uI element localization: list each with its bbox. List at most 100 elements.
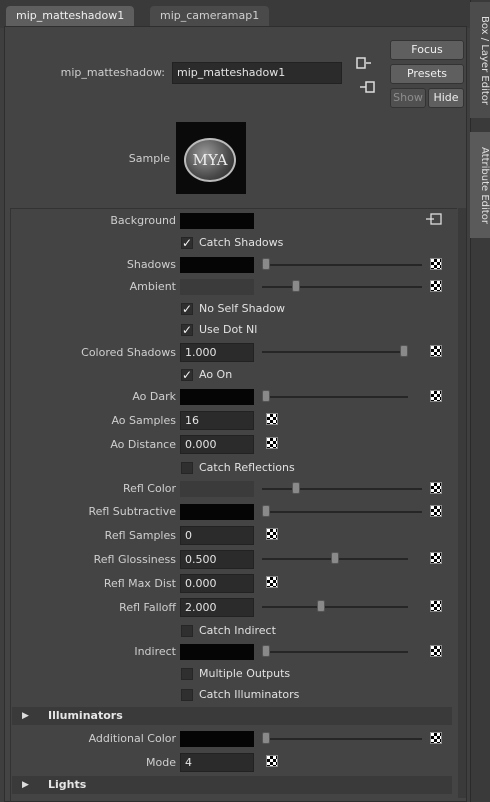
catch-shadows-label: Catch Shadows xyxy=(199,236,284,249)
ao-distance-field[interactable]: 0.000 xyxy=(180,435,254,454)
tab-attribute-editor[interactable]: Attribute Editor xyxy=(470,132,490,238)
refl-glossiness-slider-handle[interactable] xyxy=(331,552,339,564)
sample-label: Sample xyxy=(128,152,170,165)
catch-indirect-label: Catch Indirect xyxy=(199,624,276,637)
lights-section-title: Lights xyxy=(48,778,87,791)
background-color-swatch[interactable] xyxy=(180,213,254,229)
colored-shadows-slider-handle[interactable] xyxy=(400,345,408,357)
refl-subtractive-label: Refl Subtractive xyxy=(88,505,176,518)
refl-glossiness-map-button[interactable] xyxy=(430,552,442,564)
refl-falloff-field[interactable]: 2.000 xyxy=(180,598,254,617)
background-label: Background xyxy=(110,214,176,227)
lights-section-header[interactable]: ▶ Lights xyxy=(12,776,452,794)
output-connection-icon[interactable] xyxy=(360,80,376,94)
ao-samples-field[interactable]: 16 xyxy=(180,411,254,430)
mode-field[interactable]: 4 xyxy=(180,753,254,772)
catch-illuminators-label: Catch Illuminators xyxy=(199,688,300,701)
mode-label: Mode xyxy=(146,756,176,769)
refl-falloff-slider-handle[interactable] xyxy=(317,600,326,612)
shadows-color-swatch[interactable] xyxy=(180,257,254,273)
ao-samples-label: Ao Samples xyxy=(111,414,176,427)
illuminators-section-header[interactable]: ▶ Illuminators xyxy=(12,707,452,725)
ao-dark-slider-track[interactable] xyxy=(262,396,408,398)
additional-color-map-button[interactable] xyxy=(430,732,442,744)
refl-color-slider-track[interactable] xyxy=(262,488,422,490)
tab-channel-box-layer-editor[interactable]: Box / Layer Editor xyxy=(470,2,490,118)
node-name-field[interactable]: mip_matteshadow1 xyxy=(172,62,342,84)
map-input-icon[interactable] xyxy=(426,213,442,225)
expand-triangle-icon: ▶ xyxy=(22,780,29,790)
refl-max-dist-map-button[interactable] xyxy=(266,576,278,588)
additional-color-slider-track[interactable] xyxy=(262,738,422,740)
indirect-map-button[interactable] xyxy=(430,645,442,657)
ao-samples-map-button[interactable] xyxy=(266,413,278,425)
ambient-slider-track[interactable] xyxy=(262,286,422,288)
ambient-color-swatch[interactable] xyxy=(180,279,254,295)
show-button[interactable]: Show xyxy=(390,88,426,108)
no-self-shadow-checkbox[interactable]: ✓ xyxy=(181,303,193,315)
maya-logo-icon: MYA xyxy=(184,138,236,182)
additional-color-label: Additional Color xyxy=(88,732,176,745)
catch-illuminators-checkbox[interactable] xyxy=(181,689,193,701)
refl-falloff-slider-track[interactable] xyxy=(262,606,408,608)
indirect-slider-handle[interactable] xyxy=(262,645,270,657)
refl-glossiness-label: Refl Glossiness xyxy=(93,553,176,566)
use-dot-nl-label: Use Dot Nl xyxy=(199,323,258,336)
refl-subtractive-map-button[interactable] xyxy=(430,505,442,517)
focus-button[interactable]: Focus xyxy=(390,40,464,60)
refl-color-label: Refl Color xyxy=(122,482,176,495)
colored-shadows-label: Colored Shadows xyxy=(81,346,176,359)
hide-button[interactable]: Hide xyxy=(428,88,464,108)
ambient-slider-handle[interactable] xyxy=(292,280,301,292)
ao-dark-color-swatch[interactable] xyxy=(180,389,254,405)
shadows-label: Shadows xyxy=(126,258,176,271)
tab-mip-cameramap1[interactable]: mip_cameramap1 xyxy=(150,6,270,26)
catch-reflections-label: Catch Reflections xyxy=(199,461,295,474)
shadows-map-button[interactable] xyxy=(430,258,442,270)
refl-samples-map-button[interactable] xyxy=(266,528,278,540)
indirect-color-swatch[interactable] xyxy=(180,644,254,660)
indirect-label: Indirect xyxy=(134,645,176,658)
refl-color-map-button[interactable] xyxy=(430,482,442,494)
catch-indirect-checkbox[interactable] xyxy=(181,625,193,637)
refl-subtractive-slider-handle[interactable] xyxy=(262,505,270,517)
refl-color-swatch[interactable] xyxy=(180,481,254,497)
catch-shadows-checkbox[interactable]: ✓ xyxy=(181,237,193,249)
ao-distance-map-button[interactable] xyxy=(266,437,278,449)
colored-shadows-field[interactable]: 1.000 xyxy=(180,343,254,362)
input-connection-icon[interactable] xyxy=(356,56,372,70)
shadows-slider-handle[interactable] xyxy=(262,258,270,270)
node-type-label: mip_matteshadow: xyxy=(60,66,165,79)
colored-shadows-map-button[interactable] xyxy=(430,345,442,357)
refl-samples-field[interactable]: 0 xyxy=(180,526,254,545)
ambient-map-button[interactable] xyxy=(430,280,442,292)
additional-color-slider-handle[interactable] xyxy=(262,732,270,744)
ao-distance-label: Ao Distance xyxy=(110,438,176,451)
expand-triangle-icon: ▶ xyxy=(22,711,29,721)
refl-falloff-map-button[interactable] xyxy=(430,600,442,612)
multiple-outputs-label: Multiple Outputs xyxy=(199,667,291,680)
refl-subtractive-color-swatch[interactable] xyxy=(180,504,254,520)
multiple-outputs-checkbox[interactable] xyxy=(181,668,193,680)
catch-reflections-checkbox[interactable] xyxy=(181,462,193,474)
colored-shadows-slider-track[interactable] xyxy=(262,351,408,353)
ao-dark-map-button[interactable] xyxy=(430,390,442,402)
mode-map-button[interactable] xyxy=(266,755,278,767)
indirect-slider-track[interactable] xyxy=(262,651,408,653)
scrollbar[interactable] xyxy=(458,208,466,798)
refl-glossiness-field[interactable]: 0.500 xyxy=(180,550,254,569)
refl-color-slider-handle[interactable] xyxy=(292,482,301,494)
side-tab-strip xyxy=(470,0,490,802)
additional-color-swatch[interactable] xyxy=(180,731,254,747)
tab-mip-matteshadow1[interactable]: mip_matteshadow1 xyxy=(6,6,135,26)
ao-on-checkbox[interactable]: ✓ xyxy=(181,369,193,381)
refl-max-dist-field[interactable]: 0.000 xyxy=(180,574,254,593)
shadows-slider-track[interactable] xyxy=(262,264,422,266)
presets-button[interactable]: Presets xyxy=(390,64,464,84)
illuminators-section-title: Illuminators xyxy=(48,709,123,722)
ao-dark-slider-handle[interactable] xyxy=(262,390,270,402)
refl-max-dist-label: Refl Max Dist xyxy=(103,577,176,590)
use-dot-nl-checkbox[interactable]: ✓ xyxy=(181,324,193,336)
refl-samples-label: Refl Samples xyxy=(104,529,176,542)
refl-subtractive-slider-track[interactable] xyxy=(262,511,422,513)
